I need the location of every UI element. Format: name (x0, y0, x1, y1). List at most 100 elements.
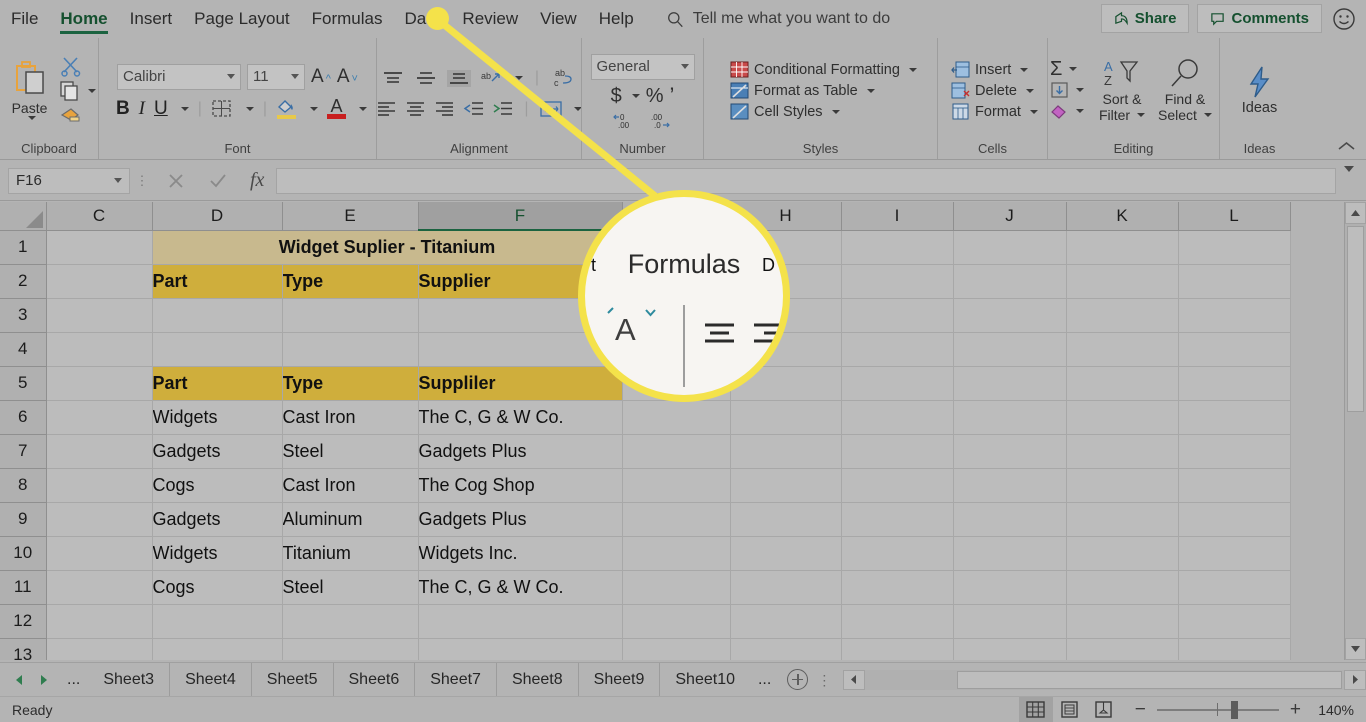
row-header-12[interactable]: 12 (0, 604, 47, 639)
column-header-E[interactable]: E (282, 202, 419, 231)
cell-D4[interactable] (152, 332, 283, 367)
cell-J13[interactable] (953, 638, 1067, 660)
cell-F5[interactable]: Suppliler (418, 366, 623, 401)
cell-H8[interactable] (730, 468, 842, 503)
cell-H6[interactable] (730, 400, 842, 435)
cell-G8[interactable] (622, 468, 731, 503)
cell-F11[interactable]: The C, G & W Co. (418, 570, 623, 605)
cell-D9[interactable]: Gadgets (152, 502, 283, 537)
cell-J9[interactable] (953, 502, 1067, 537)
cell-L1[interactable] (1178, 230, 1291, 265)
sheet-options-icon[interactable]: ⋮ (817, 673, 831, 687)
cell-D6[interactable]: Widgets (152, 400, 283, 435)
cell-C5[interactable] (46, 366, 153, 401)
column-header-K[interactable]: K (1066, 202, 1179, 231)
cell-L10[interactable] (1178, 536, 1291, 571)
cell-J6[interactable] (953, 400, 1067, 435)
cell-D8[interactable]: Cogs (152, 468, 283, 503)
row-header-7[interactable]: 7 (0, 434, 47, 469)
cell-K12[interactable] (1066, 604, 1179, 639)
zoom-out-button[interactable]: − (1135, 700, 1146, 719)
collapse-ribbon-chevron-icon[interactable] (1337, 140, 1356, 153)
formula-bar-grip[interactable]: ⋮ (135, 174, 149, 187)
ribbon-tab-insert[interactable]: Insert (119, 0, 184, 38)
ribbon-tab-help[interactable]: Help (588, 0, 645, 38)
cell-I7[interactable] (841, 434, 954, 469)
cell-G10[interactable] (622, 536, 731, 571)
cell-G6[interactable] (622, 400, 731, 435)
cell-E4[interactable] (282, 332, 419, 367)
zoom-slider[interactable] (1156, 700, 1279, 719)
scroll-right-arrow-icon[interactable] (1344, 669, 1366, 690)
cell-K10[interactable] (1066, 536, 1179, 571)
chevron-down-icon[interactable] (310, 106, 319, 111)
cell-G12[interactable] (622, 604, 731, 639)
cell-G13[interactable] (622, 638, 731, 660)
cell-E6[interactable]: Cast Iron (282, 400, 419, 435)
sheet-tab-sheet5[interactable]: Sheet5 (250, 662, 333, 697)
select-all-corner[interactable] (0, 202, 47, 231)
format-painter-icon[interactable] (59, 105, 83, 125)
chevron-down-icon[interactable] (180, 106, 189, 111)
cell-E7[interactable]: Steel (282, 434, 419, 469)
confirm-check-icon[interactable] (208, 171, 228, 191)
add-sheet-plus-icon[interactable] (787, 669, 809, 690)
cell-H7[interactable] (730, 434, 842, 469)
name-box[interactable]: F16 (8, 167, 130, 194)
borders-icon[interactable] (211, 99, 233, 119)
vertical-scrollbar[interactable] (1344, 202, 1366, 660)
ribbon-tab-formulas[interactable]: Formulas (301, 0, 394, 38)
cell-I4[interactable] (841, 332, 954, 367)
percent-format-button[interactable]: % (646, 85, 664, 108)
cell-L6[interactable] (1178, 400, 1291, 435)
cell-E9[interactable]: Aluminum (282, 502, 419, 537)
row-header-8[interactable]: 8 (0, 468, 47, 503)
zoom-level-label[interactable]: 140% (1312, 702, 1354, 718)
cell-J2[interactable] (953, 264, 1067, 299)
decrease-decimal-icon[interactable]: .00 .0 (648, 112, 673, 130)
cell-F8[interactable]: The Cog Shop (418, 468, 623, 503)
row-header-11[interactable]: 11 (0, 570, 47, 605)
shrink-font-button[interactable]: A ˅ (337, 66, 358, 88)
cell-F9[interactable]: Gadgets Plus (418, 502, 623, 537)
formula-input[interactable] (276, 167, 1336, 194)
cell-K13[interactable] (1066, 638, 1179, 660)
cell-K5[interactable] (1066, 366, 1179, 401)
align-right-icon[interactable] (434, 101, 456, 117)
sheet-right-ellipsis[interactable]: ... (750, 671, 779, 689)
previous-sheet-arrow-icon[interactable] (14, 674, 25, 686)
scroll-up-arrow-icon[interactable] (1345, 202, 1366, 224)
cell-D11[interactable]: Cogs (152, 570, 283, 605)
cell-I8[interactable] (841, 468, 954, 503)
italic-button[interactable]: I (139, 98, 145, 120)
orientation-icon[interactable]: ab (480, 69, 502, 87)
cell-G9[interactable] (622, 502, 731, 537)
cell-J10[interactable] (953, 536, 1067, 571)
cell-styles-button[interactable]: Cell Styles (727, 101, 843, 122)
cell-E12[interactable] (282, 604, 419, 639)
row-header-1[interactable]: 1 (0, 230, 47, 265)
cell-L12[interactable] (1178, 604, 1291, 639)
sheet-tab-sheet8[interactable]: Sheet8 (495, 662, 578, 697)
fill-color-button[interactable] (276, 98, 297, 119)
cell-I1[interactable] (841, 230, 954, 265)
sheet-tab-sheet9[interactable]: Sheet9 (577, 662, 660, 697)
cell-C1[interactable] (46, 230, 153, 265)
delete-cells-button[interactable]: Delete (948, 80, 1037, 101)
cell-H10[interactable] (730, 536, 842, 571)
align-middle-icon[interactable] (414, 70, 438, 87)
next-sheet-arrow-icon[interactable] (38, 674, 49, 686)
cell-I10[interactable] (841, 536, 954, 571)
cell-E8[interactable]: Cast Iron (282, 468, 419, 503)
cell-I12[interactable] (841, 604, 954, 639)
cell-D13[interactable] (152, 638, 283, 660)
cell-L11[interactable] (1178, 570, 1291, 605)
row-header-6[interactable]: 6 (0, 400, 47, 435)
cell-K4[interactable] (1066, 332, 1179, 367)
increase-indent-icon[interactable] (492, 101, 514, 117)
vertical-scrollbar-thumb[interactable] (1347, 226, 1364, 412)
bold-button[interactable]: B (116, 98, 130, 120)
cell-D1-merged-title[interactable]: Widget Suplier - Titanium (152, 230, 623, 265)
page-layout-view-button[interactable] (1053, 697, 1087, 722)
cell-J11[interactable] (953, 570, 1067, 605)
